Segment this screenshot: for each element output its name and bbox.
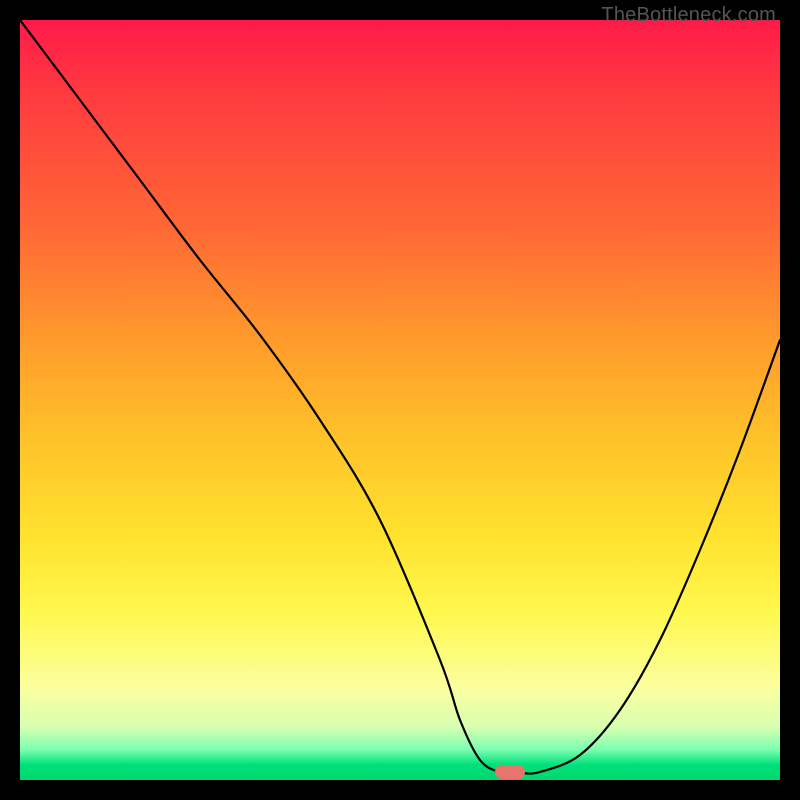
bottleneck-curve: [20, 20, 780, 780]
chart-frame: TheBottleneck.com: [0, 0, 800, 800]
optimum-marker: [495, 765, 525, 779]
plot-area: [20, 20, 780, 780]
curve-path: [20, 20, 780, 774]
watermark-text: TheBottleneck.com: [601, 4, 776, 27]
